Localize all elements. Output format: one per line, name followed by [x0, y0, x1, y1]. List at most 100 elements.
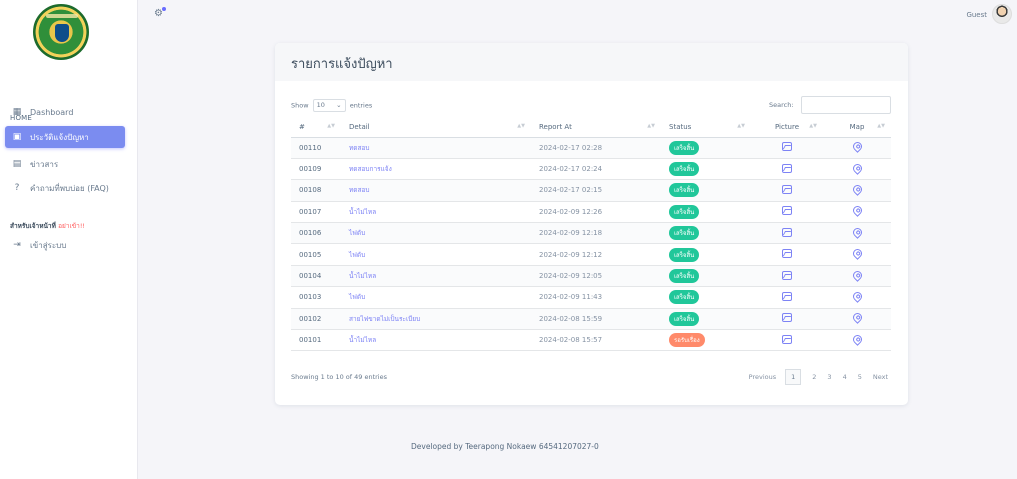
reports-table: # ▲▼ Detail ▲▼ Report At ▲▼ Status ▲▼ Pictur…	[291, 117, 891, 352]
pagination-page-2[interactable]: 2	[812, 373, 816, 381]
report-history-icon: ▣	[12, 132, 22, 142]
row-id: 00105	[291, 243, 341, 266]
map-pin-icon[interactable]	[850, 204, 864, 218]
entries-select[interactable]: 10 ⌄	[312, 99, 346, 112]
table-row: 00108 ทดสอบ 2024-02-17 02:15 เสร็จสิ้น	[291, 179, 891, 202]
picture-icon[interactable]	[782, 334, 792, 344]
pagination-page-3[interactable]: 3	[827, 373, 831, 381]
report-list-card: รายการแจ้งปัญหา Show 10 ⌄ entries Search…	[275, 43, 908, 405]
table-row: 00101 น้ำไม่ไหล 2024-02-08 15:57 รอรับเรื่อ…	[291, 329, 891, 352]
column-header-id[interactable]: # ▲▼	[291, 117, 341, 138]
notification-dot	[161, 7, 166, 11]
picture-icon[interactable]	[782, 163, 792, 173]
chevron-down-icon: ⌄	[336, 101, 342, 109]
column-header-status[interactable]: Status ▲▼	[661, 117, 751, 138]
pagination-page-5[interactable]: 5	[858, 373, 862, 381]
map-pin-icon[interactable]	[850, 311, 864, 325]
search-input[interactable]	[801, 96, 891, 114]
map-pin-icon[interactable]	[850, 268, 864, 282]
page-title: รายการแจ้งปัญหา	[291, 57, 393, 72]
column-header-detail[interactable]: Detail ▲▼	[341, 117, 531, 138]
row-detail-link[interactable]: ทดสอบ	[341, 179, 531, 202]
row-id: 00103	[291, 286, 341, 309]
staff-note: อย่าเข้า!!	[58, 222, 86, 230]
picture-icon[interactable]	[782, 291, 792, 301]
map-pin-icon[interactable]	[850, 290, 864, 303]
map-pin-icon[interactable]	[850, 247, 864, 261]
map-pin-icon[interactable]	[850, 161, 864, 175]
sort-icon: ▲▼	[327, 123, 335, 129]
picture-icon[interactable]	[782, 206, 792, 216]
picture-icon[interactable]	[782, 227, 792, 237]
column-header-map[interactable]: Map ▲▼	[823, 117, 891, 138]
row-id: 00104	[291, 265, 341, 288]
row-detail-link[interactable]: น้ำไม่ไหล	[341, 329, 531, 352]
sidebar-item-news[interactable]: ▤ ข่าวสาร	[5, 153, 125, 175]
status-badge: เสร็จสิ้น	[669, 226, 700, 241]
picture-icon[interactable]	[782, 249, 792, 259]
picture-icon[interactable]	[782, 142, 792, 152]
picture-icon[interactable]	[782, 313, 792, 323]
sidebar-item-faq[interactable]: ? คำถามที่พบบ่อย (FAQ)	[5, 177, 125, 199]
row-detail-link[interactable]: ไฟดับ	[341, 286, 531, 309]
row-detail-link[interactable]: สายไฟขาดไม่เป็นระเบียบ	[341, 308, 531, 331]
pagination-page-1[interactable]: 1	[785, 369, 802, 385]
sidebar-item-login[interactable]: ⇥ เข้าสู่ระบบ	[5, 234, 125, 256]
avatar[interactable]	[992, 4, 1012, 24]
row-detail-link[interactable]: ไฟดับ	[341, 243, 531, 266]
row-id: 00106	[291, 222, 341, 245]
pagination-next[interactable]: Next	[873, 373, 888, 381]
row-detail-link[interactable]: น้ำไม่ไหล	[341, 265, 531, 288]
sidebar-item-label: เข้าสู่ระบบ	[30, 240, 67, 250]
row-report-at: 2024-02-17 02:24	[531, 158, 661, 181]
user-name: Guest	[966, 11, 987, 19]
top-navbar: ⚙ Guest	[138, 0, 1017, 36]
sidebar-item-label: ข่าวสาร	[30, 159, 59, 169]
table-row: 00105 ไฟดับ 2024-02-09 12:12 เสร็จสิ้น	[291, 243, 891, 266]
row-id: 00102	[291, 308, 341, 331]
settings-gear-icon[interactable]: ⚙	[154, 7, 166, 19]
question-icon: ?	[14, 183, 20, 193]
status-badge: เสร็จสิ้น	[669, 269, 700, 284]
column-header-picture[interactable]: Picture ▲▼	[751, 117, 823, 138]
sidebar-item-dashboard[interactable]: ▦ Dashboard	[5, 101, 125, 123]
card-header: รายการแจ้งปัญหา	[275, 43, 908, 81]
sidebar-item-report-history[interactable]: ▣ ประวัติแจ้งปัญหา	[5, 126, 125, 148]
row-detail-link[interactable]: ทดสอบ	[341, 137, 531, 159]
column-header-report-at[interactable]: Report At ▲▼	[531, 117, 661, 138]
table-row: 00106 ไฟดับ 2024-02-09 12:18 เสร็จสิ้น	[291, 222, 891, 245]
organization-logo[interactable]	[33, 4, 89, 60]
row-report-at: 2024-02-09 12:18	[531, 222, 661, 245]
pagination-page-4[interactable]: 4	[843, 373, 847, 381]
map-pin-icon[interactable]	[850, 140, 864, 154]
status-badge: เสร็จสิ้น	[669, 162, 700, 177]
row-id: 00108	[291, 179, 341, 202]
news-icon: ▤	[12, 159, 22, 169]
picture-icon[interactable]	[782, 184, 792, 194]
sort-icon: ▲▼	[809, 123, 817, 129]
picture-icon[interactable]	[782, 270, 792, 280]
table-row: 00107 น้ำไม่ไหล 2024-02-09 12:26 เสร็จสิ้น	[291, 201, 891, 224]
sort-icon: ▲▼	[877, 123, 885, 129]
map-pin-icon[interactable]	[850, 332, 864, 346]
row-report-at: 2024-02-17 02:28	[531, 137, 661, 159]
row-report-at: 2024-02-08 15:57	[531, 329, 661, 352]
status-badge: เสร็จสิ้น	[669, 204, 700, 219]
row-detail-link[interactable]: ไฟดับ	[341, 222, 531, 245]
row-report-at: 2024-02-09 12:12	[531, 243, 661, 266]
row-detail-link[interactable]: น้ำไม่ไหล	[341, 201, 531, 224]
entries-length-control: Show 10 ⌄ entries	[291, 99, 372, 112]
row-detail-link[interactable]: ทดสอบการแจ้ง	[341, 158, 531, 181]
map-pin-icon[interactable]	[850, 183, 864, 196]
table-row: 00103 ไฟดับ 2024-02-09 11:43 เสร็จสิ้น	[291, 286, 891, 309]
row-id: 00109	[291, 158, 341, 181]
table-header-row: # ▲▼ Detail ▲▼ Report At ▲▼ Status ▲▼ Pictur…	[291, 117, 891, 138]
row-id: 00107	[291, 201, 341, 224]
sort-icon: ▲▼	[647, 123, 655, 129]
sidebar: HOME ▦ Dashboard ▣ ประวัติแจ้งปัญหา ▤ ข่…	[0, 0, 138, 479]
row-report-at: 2024-02-09 12:05	[531, 265, 661, 288]
table-info: Showing 1 to 10 of 49 entries	[291, 373, 387, 381]
map-pin-icon[interactable]	[850, 225, 864, 239]
status-badge: เสร็จสิ้น	[669, 140, 700, 155]
pagination-previous[interactable]: Previous	[749, 373, 776, 381]
